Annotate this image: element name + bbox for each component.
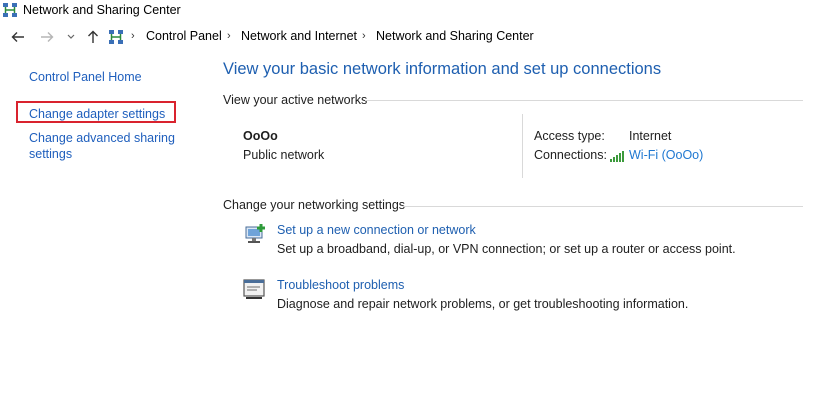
address-bar: › Control Panel › Network and Internet ›… — [0, 25, 831, 49]
network-center-icon — [108, 29, 124, 45]
forward-arrow-icon[interactable] — [38, 27, 56, 47]
wifi-signal-icon — [610, 149, 626, 162]
window-title: Network and Sharing Center — [23, 3, 181, 17]
title-bar: Network and Sharing Center — [0, 0, 831, 22]
breadcrumb-network-and-internet[interactable]: Network and Internet — [241, 29, 357, 43]
page-title: View your basic network information and … — [223, 60, 662, 78]
setup-connection-link[interactable]: Set up a new connection or network — [277, 223, 476, 237]
breadcrumb-control-panel[interactable]: Control Panel — [146, 29, 222, 43]
troubleshoot-link[interactable]: Troubleshoot problems — [277, 278, 404, 292]
troubleshoot-description: Diagnose and repair network problems, or… — [277, 297, 689, 311]
access-type-label: Access type: — [534, 129, 605, 143]
breadcrumb-chevron-icon[interactable]: › — [227, 30, 231, 42]
troubleshoot-icon[interactable] — [242, 277, 268, 301]
network-divider — [522, 114, 523, 178]
network-center-icon — [2, 2, 18, 18]
wifi-connection-link[interactable]: Wi-Fi (OoOo) — [629, 148, 703, 162]
up-arrow-icon[interactable] — [84, 27, 102, 47]
new-connection-icon[interactable] — [242, 222, 268, 246]
setup-connection-description: Set up a broadband, dial-up, or VPN conn… — [277, 242, 736, 256]
breadcrumb-chevron-icon[interactable]: › — [362, 30, 366, 42]
network-name: OoOo — [243, 129, 278, 143]
network-type[interactable]: Public network — [243, 148, 324, 162]
connections-label: Connections: — [534, 148, 607, 162]
active-networks-title: View your active networks — [223, 93, 368, 107]
sidebar-item-control-panel-home[interactable]: Control Panel Home — [29, 70, 142, 84]
sidebar-item-change-advanced-sharing-settings[interactable]: Change advanced sharing settings — [29, 130, 199, 162]
networking-settings-title: Change your networking settings — [223, 198, 406, 212]
breadcrumb-chevron-icon[interactable]: › — [131, 30, 135, 42]
sidebar-item-change-adapter-settings[interactable]: Change adapter settings — [29, 107, 165, 121]
section-divider — [403, 206, 803, 207]
section-divider — [365, 100, 803, 101]
recent-pages-chevron-icon[interactable] — [62, 27, 80, 47]
access-type-value: Internet — [629, 129, 672, 143]
back-arrow-icon[interactable] — [9, 27, 27, 47]
breadcrumb-network-and-sharing-center[interactable]: Network and Sharing Center — [376, 29, 534, 43]
